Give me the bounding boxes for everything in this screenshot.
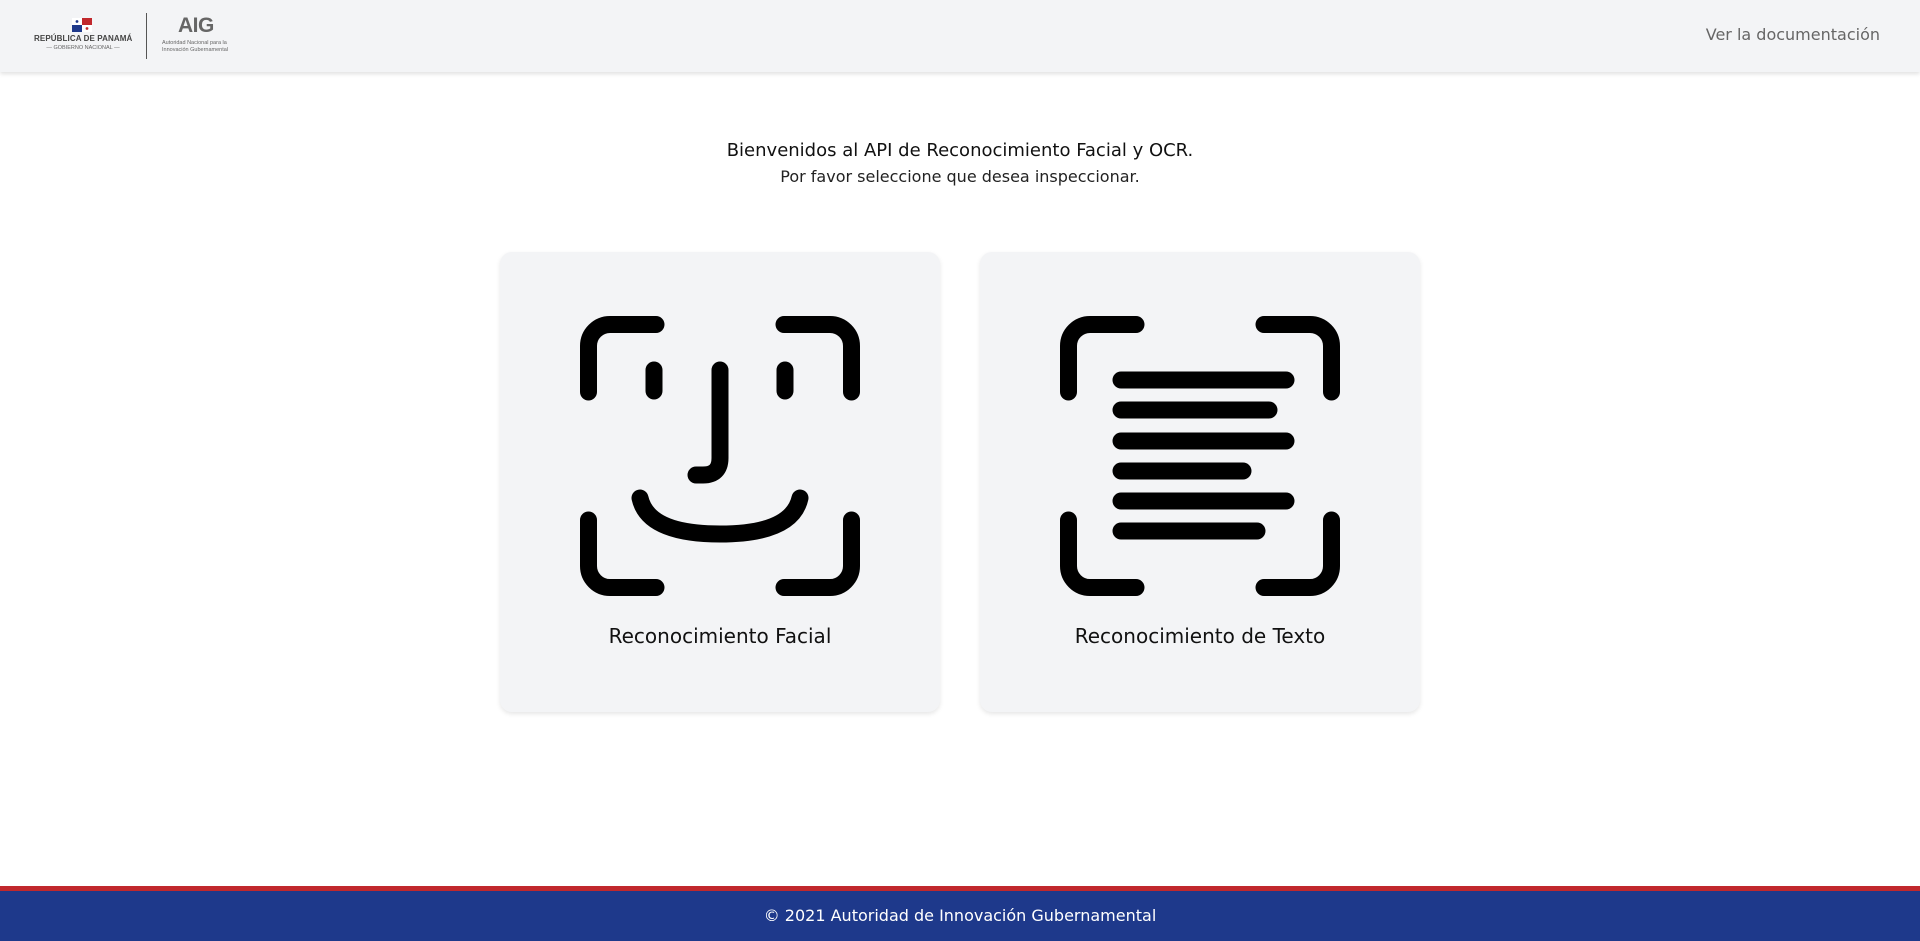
gov-logo-name: REPÚBLICA DE PANAMÁ xyxy=(34,34,133,43)
text-scan-icon xyxy=(1060,316,1340,596)
aig-logo-subtitle-line2: Innovación Gubernamental xyxy=(162,47,229,53)
face-scan-icon xyxy=(580,316,860,596)
panama-government-logo: REPÚBLICA DE PANAMÁ — GOBIERNO NACIONAL … xyxy=(34,12,132,60)
panama-flag-icon xyxy=(72,18,92,32)
page-title: Bienvenidos al API de Reconocimiento Fac… xyxy=(726,140,1194,161)
aig-logo-subtitle: Autoridad Nacional para la Innovación Gu… xyxy=(162,40,234,54)
facial-recognition-card[interactable]: Reconocimiento Facial xyxy=(500,252,940,712)
footer-copyright: © 2021 Autoridad de Innovación Gubername… xyxy=(763,906,1157,925)
page-subtitle: Por favor seleccione que desea inspeccio… xyxy=(780,167,1140,186)
text-recognition-card[interactable]: Reconocimiento de Texto xyxy=(980,252,1420,712)
welcome-section: Bienvenidos al API de Reconocimiento Fac… xyxy=(0,138,1920,190)
aig-logo-subtitle-line1: Autoridad Nacional para la xyxy=(162,40,227,46)
text-recognition-label: Reconocimiento de Texto xyxy=(1074,624,1326,648)
aig-logo: AIG Autoridad Nacional para la Innovació… xyxy=(162,12,234,60)
gov-logo-subtitle: — GOBIERNO NACIONAL — xyxy=(46,45,120,51)
aig-logo-title: AIG xyxy=(178,14,214,37)
top-navbar: REPÚBLICA DE PANAMÁ — GOBIERNO NACIONAL … xyxy=(0,0,1920,72)
facial-recognition-label: Reconocimiento Facial xyxy=(608,624,832,648)
brand-divider xyxy=(146,13,147,59)
footer: © 2021 Autoridad de Innovación Gubername… xyxy=(0,886,1920,941)
documentation-link[interactable]: Ver la documentación xyxy=(1706,25,1880,44)
brand-logos[interactable]: REPÚBLICA DE PANAMÁ — GOBIERNO NACIONAL … xyxy=(34,12,234,60)
